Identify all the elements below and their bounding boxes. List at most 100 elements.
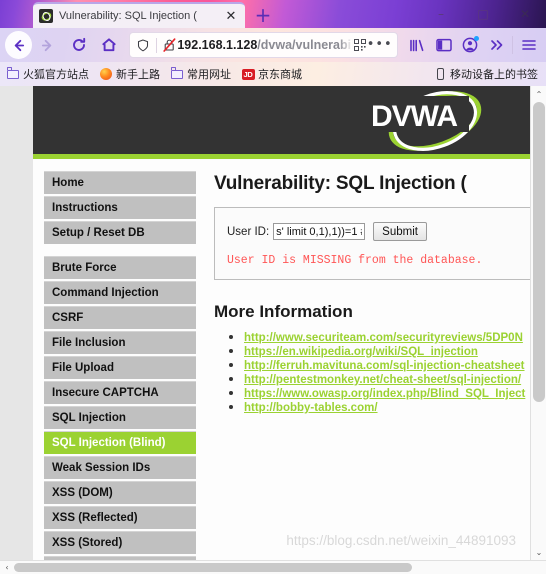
title-bar: Vulnerability: SQL Injection ( ✕ + – □ ✕	[0, 0, 546, 28]
sidebar-item-sql-injection-blind[interactable]: SQL Injection (Blind)	[44, 431, 196, 454]
mobile-bookmarks-label: 移动设备上的书签	[450, 69, 538, 81]
page-viewport: DVWA Home Instructions Setup / Reset DB …	[0, 86, 546, 574]
insecure-connection-icon[interactable]	[161, 38, 177, 52]
scroll-left-arrow-icon[interactable]: ‹	[0, 561, 14, 574]
bookmark-item-firefox-official[interactable]: 火狐官方站点	[6, 66, 89, 82]
vulnerability-form-box: User ID: Submit User ID is MISSING from …	[214, 207, 530, 280]
firefox-icon	[99, 67, 113, 81]
mobile-device-icon	[433, 67, 447, 81]
bookmarks-bar: 火狐官方站点 新手上路 常用网址 JD 京东商城 移动设备上的书签	[0, 62, 546, 86]
sidebar-item-setup-reset-db[interactable]: Setup / Reset DB	[44, 221, 196, 244]
sidebar-item-sql-injection[interactable]: SQL Injection	[44, 406, 196, 429]
url-text[interactable]: 192.168.1.128/dvwa/vulnerabiliti	[177, 38, 352, 52]
more-information-links: http://www.securiteam.com/securityreview…	[214, 331, 530, 414]
close-window-button[interactable]: ✕	[504, 0, 546, 28]
account-notification-dot	[473, 36, 479, 41]
info-link[interactable]: https://www.owasp.org/index.php/Blind_SQ…	[244, 388, 525, 400]
user-id-form-row: User ID: Submit	[227, 222, 521, 241]
list-item: http://pentestmonkey.net/cheat-sheet/sql…	[244, 373, 530, 386]
dvwa-page: DVWA Home Instructions Setup / Reset DB …	[33, 86, 530, 560]
bookmark-item-jd[interactable]: JD 京东商城	[241, 66, 302, 82]
qr-code-icon[interactable]	[353, 38, 367, 52]
info-link[interactable]: http://ferruh.mavituna.com/sql-injection…	[244, 360, 525, 372]
sidebar-icon[interactable]	[430, 31, 457, 59]
urlbar-divider	[156, 37, 158, 53]
more-information-heading: More Information	[214, 302, 353, 321]
scroll-down-arrow-icon[interactable]: ⌄	[531, 544, 546, 560]
sidebar-item-command-injection[interactable]: Command Injection	[44, 281, 196, 304]
account-icon[interactable]	[457, 31, 484, 59]
scroll-up-arrow-icon[interactable]: ⌃	[531, 86, 546, 102]
dvwa-favicon-icon	[39, 9, 53, 23]
overflow-menu-button[interactable]	[484, 31, 511, 59]
menu-group-vulnerabilities: Brute Force Command Injection CSRF File …	[44, 256, 196, 560]
info-link[interactable]: http://pentestmonkey.net/cheat-sheet/sql…	[244, 374, 521, 386]
sidebar-item-csrf[interactable]: CSRF	[44, 306, 196, 329]
user-id-input[interactable]	[273, 223, 366, 240]
error-message: User ID is MISSING from the database.	[227, 254, 483, 267]
mobile-bookmarks-item[interactable]: 移动设备上的书签	[433, 66, 538, 82]
sidebar-item-home[interactable]: Home	[44, 171, 196, 194]
forward-button[interactable]	[34, 30, 63, 60]
reload-button[interactable]	[64, 30, 93, 60]
list-item: http://ferruh.mavituna.com/sql-injection…	[244, 359, 530, 372]
horizontal-scrollbar[interactable]: ‹	[0, 560, 546, 574]
info-link[interactable]: https://en.wikipedia.org/wiki/SQL_inject…	[244, 346, 478, 358]
vertical-scrollbar-thumb[interactable]	[533, 102, 545, 402]
new-tab-button[interactable]: +	[252, 4, 274, 26]
menu-group-main: Home Instructions Setup / Reset DB	[44, 171, 196, 244]
minimize-button[interactable]: –	[420, 0, 462, 28]
submit-button[interactable]: Submit	[373, 222, 427, 241]
tracking-protection-shield-icon[interactable]	[134, 38, 152, 52]
hamburger-menu-icon[interactable]	[515, 31, 542, 59]
bookmark-item-common-sites[interactable]: 常用网址	[170, 66, 231, 82]
bookmark-label: 火狐官方站点	[23, 69, 89, 81]
url-host: 192.168.1.128	[177, 38, 258, 52]
sidebar-item-insecure-captcha[interactable]: Insecure CAPTCHA	[44, 381, 196, 404]
home-button[interactable]	[95, 30, 124, 60]
browser-tab[interactable]: Vulnerability: SQL Injection ( ✕	[33, 2, 245, 28]
horizontal-scrollbar-thumb[interactable]	[14, 563, 412, 572]
bookmark-label: 新手上路	[116, 69, 160, 81]
back-button[interactable]	[5, 31, 32, 59]
url-path: /dvwa/vulnerabiliti	[257, 38, 352, 52]
tab-title: Vulnerability: SQL Injection (	[59, 10, 197, 22]
browser-window: Vulnerability: SQL Injection ( ✕ + – □ ✕	[0, 0, 546, 574]
list-item: http://bobby-tables.com/	[244, 401, 530, 414]
page-actions-button[interactable]: •••	[367, 38, 393, 51]
address-bar[interactable]: 192.168.1.128/dvwa/vulnerabiliti •••	[129, 32, 398, 58]
sidebar-item-xss-reflected[interactable]: XSS (Reflected)	[44, 506, 196, 529]
sidebar-item-xss-dom[interactable]: XSS (DOM)	[44, 481, 196, 504]
watermark-text: https://blog.csdn.net/weixin_44891093	[286, 533, 516, 548]
folder-icon	[6, 67, 20, 81]
sidebar-item-brute-force[interactable]: Brute Force	[44, 256, 196, 279]
sidebar-item-file-inclusion[interactable]: File Inclusion	[44, 331, 196, 354]
window-controls: – □ ✕	[420, 0, 546, 28]
dvwa-logo: DVWA	[365, 88, 495, 154]
sidebar-item-instructions[interactable]: Instructions	[44, 196, 196, 219]
folder-icon	[170, 67, 184, 81]
bookmark-label: 常用网址	[187, 69, 231, 81]
library-icon[interactable]	[404, 31, 431, 59]
list-item: https://en.wikipedia.org/wiki/SQL_inject…	[244, 345, 530, 358]
bookmark-item-getting-started[interactable]: 新手上路	[99, 66, 160, 82]
page-content: Home Instructions Setup / Reset DB Brute…	[33, 159, 530, 560]
tab-close-icon[interactable]: ✕	[223, 8, 239, 24]
jd-icon: JD	[241, 68, 255, 80]
list-item: https://www.owasp.org/index.php/Blind_SQ…	[244, 387, 530, 400]
list-item: http://www.securiteam.com/securityreview…	[244, 331, 530, 344]
main-column: Vulnerability: SQL Injection ( User ID: …	[214, 169, 530, 415]
info-link[interactable]: http://bobby-tables.com/	[244, 402, 378, 414]
navigation-toolbar: 192.168.1.128/dvwa/vulnerabiliti •••	[0, 28, 546, 62]
bookmark-label: 京东商城	[258, 69, 302, 81]
svg-text:DVWA: DVWA	[371, 100, 457, 133]
page-title: Vulnerability: SQL Injection (	[214, 173, 467, 194]
dvwa-sidebar: Home Instructions Setup / Reset DB Brute…	[44, 171, 196, 560]
vertical-scrollbar[interactable]: ⌃ ⌄	[530, 86, 546, 574]
sidebar-item-file-upload[interactable]: File Upload	[44, 356, 196, 379]
sidebar-item-xss-stored[interactable]: XSS (Stored)	[44, 531, 196, 554]
info-link[interactable]: http://www.securiteam.com/securityreview…	[244, 332, 523, 344]
maximize-button[interactable]: □	[462, 0, 504, 28]
dvwa-header-banner: DVWA	[33, 86, 530, 154]
sidebar-item-weak-session-ids[interactable]: Weak Session IDs	[44, 456, 196, 479]
